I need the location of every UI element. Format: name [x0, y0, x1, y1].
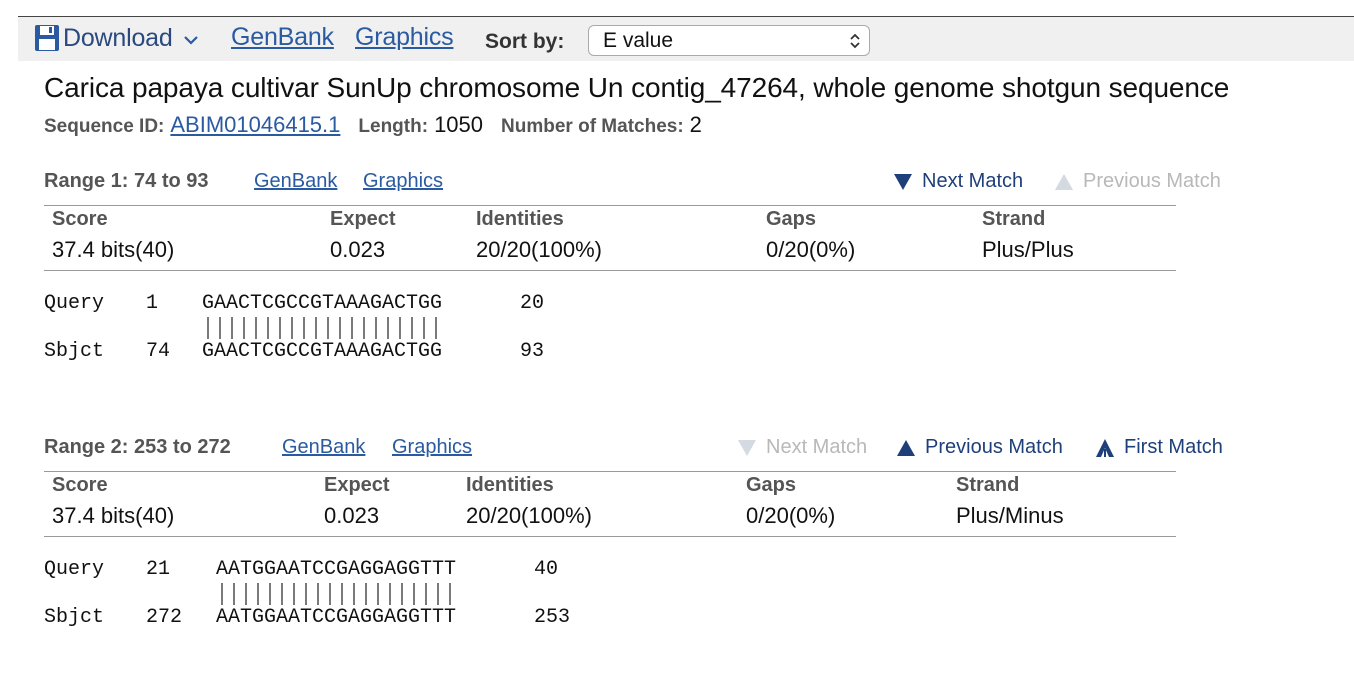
- matches-label: Number of Matches:: [501, 116, 684, 137]
- length-value: 1050: [434, 112, 484, 137]
- sbjct-end: 93: [520, 340, 545, 363]
- query-label: Query: [44, 292, 105, 315]
- sequence-meta: Sequence ID: ABIM01046415.1 Length: 1050…: [44, 112, 702, 138]
- first-match-label: First Match: [1124, 436, 1223, 458]
- query-start: 1: [146, 292, 159, 315]
- page-title: Carica papaya cultivar SunUp chromosome …: [44, 72, 1230, 103]
- download-label: Download: [63, 23, 173, 52]
- stat-value-score: 37.4 bits(40): [52, 503, 175, 528]
- query-start: 21: [146, 558, 171, 581]
- previous-match-link: Previous Match: [1053, 170, 1221, 193]
- stats-table: Score Expect Identities Gaps Strand 37.4…: [44, 471, 1176, 537]
- toolbar-genbank-link[interactable]: GenBank: [231, 23, 334, 52]
- previous-match-label: Previous Match: [1083, 170, 1221, 192]
- stat-value-strand: Plus/Plus: [982, 237, 1074, 262]
- match-bars: [221, 583, 451, 605]
- sort-select[interactable]: E value: [588, 25, 870, 56]
- triangle-up-icon: [897, 439, 915, 456]
- sbjct-sequence: AATGGAATCCGAGGAGGTTT: [216, 606, 457, 629]
- stat-header-strand: Strand: [956, 474, 1020, 496]
- stat-header-gaps: Gaps: [746, 474, 797, 496]
- first-match-icon: [1096, 438, 1114, 457]
- query-label: Query: [44, 558, 105, 581]
- range-header: Range 1: 74 to 93 GenBank Graphics Next …: [44, 170, 1234, 196]
- match-bars: [207, 317, 437, 339]
- stat-header-score: Score: [52, 208, 108, 230]
- stat-value-gaps: 0/20(0%): [766, 237, 856, 262]
- floppy-disk-icon: [35, 25, 59, 51]
- stat-value-strand: Plus/Minus: [956, 503, 1064, 528]
- triangle-down-icon: [738, 439, 756, 456]
- previous-match-label: Previous Match: [925, 436, 1063, 458]
- stat-header-strand: Strand: [982, 208, 1046, 230]
- stat-value-identities: 20/20(100%): [466, 503, 592, 528]
- chevron-down-icon: [183, 36, 198, 45]
- stat-header-identities: Identities: [466, 474, 554, 496]
- range-title: Range 2: 253 to 272: [44, 436, 231, 458]
- sort-label: Sort by:: [485, 30, 565, 53]
- length-label: Length:: [358, 116, 429, 137]
- query-end: 20: [520, 292, 545, 315]
- alignment: Query 1 GAACTCGCCGTAAAGACTGG 20 Sbjct 74…: [44, 292, 644, 372]
- stat-header-gaps: Gaps: [766, 208, 817, 230]
- sbjct-sequence: GAACTCGCCGTAAAGACTGG: [202, 340, 443, 363]
- stat-header-identities: Identities: [476, 208, 564, 230]
- range-1-block: Range 1: 74 to 93 GenBank Graphics Next …: [44, 170, 1234, 380]
- stat-value-score: 37.4 bits(40): [52, 237, 175, 262]
- toolbar-graphics-link[interactable]: Graphics: [355, 23, 454, 52]
- range-genbank-link[interactable]: GenBank: [254, 170, 337, 193]
- alignment: Query 21 AATGGAATCCGAGGAGGTTT 40 Sbjct 2…: [44, 558, 664, 638]
- previous-match-link[interactable]: Previous Match: [895, 436, 1063, 459]
- sequence-id-link[interactable]: ABIM01046415.1: [170, 112, 340, 138]
- sbjct-start: 74: [146, 340, 171, 363]
- next-match-label: Next Match: [922, 170, 1024, 192]
- triangle-down-icon: [894, 173, 912, 190]
- next-match-label: Next Match: [766, 436, 868, 458]
- query-sequence: AATGGAATCCGAGGAGGTTT: [216, 558, 457, 581]
- next-match-link: Next Match: [736, 436, 867, 459]
- stat-value-identities: 20/20(100%): [476, 237, 602, 262]
- stat-value-expect: 0.023: [330, 237, 386, 262]
- sequence-id-label: Sequence ID:: [44, 116, 165, 137]
- sbjct-label: Sbjct: [44, 606, 105, 629]
- sbjct-label: Sbjct: [44, 340, 105, 363]
- range-title: Range 1: 74 to 93: [44, 170, 209, 192]
- download-menu[interactable]: Download: [34, 23, 199, 53]
- stat-header-expect: Expect: [330, 208, 396, 230]
- range-header: Range 2: 253 to 272 GenBank Graphics Nex…: [44, 436, 1234, 462]
- query-end: 40: [534, 558, 559, 581]
- select-arrows-icon: [850, 33, 860, 49]
- matches-value: 2: [689, 112, 702, 137]
- sort-value: E value: [603, 29, 674, 52]
- range-2-block: Range 2: 253 to 272 GenBank Graphics Nex…: [44, 436, 1234, 646]
- stats-table: Score Expect Identities Gaps Strand 37.4…: [44, 205, 1176, 271]
- stat-header-expect: Expect: [324, 474, 390, 496]
- next-match-link[interactable]: Next Match: [892, 170, 1023, 193]
- stat-value-gaps: 0/20(0%): [746, 503, 836, 528]
- range-graphics-link[interactable]: Graphics: [392, 436, 472, 459]
- toolbar: Download GenBank Graphics Sort by: E val…: [18, 17, 1354, 61]
- range-graphics-link[interactable]: Graphics: [363, 170, 443, 193]
- sbjct-start: 272: [146, 606, 183, 629]
- sbjct-end: 253: [534, 606, 571, 629]
- blast-result-page: Download GenBank Graphics Sort by: E val…: [0, 0, 1354, 680]
- stat-header-score: Score: [52, 474, 108, 496]
- stat-value-expect: 0.023: [324, 503, 380, 528]
- first-match-link[interactable]: First Match: [1094, 436, 1223, 459]
- query-sequence: GAACTCGCCGTAAAGACTGG: [202, 292, 443, 315]
- triangle-up-icon: [1055, 173, 1073, 190]
- range-genbank-link[interactable]: GenBank: [282, 436, 365, 459]
